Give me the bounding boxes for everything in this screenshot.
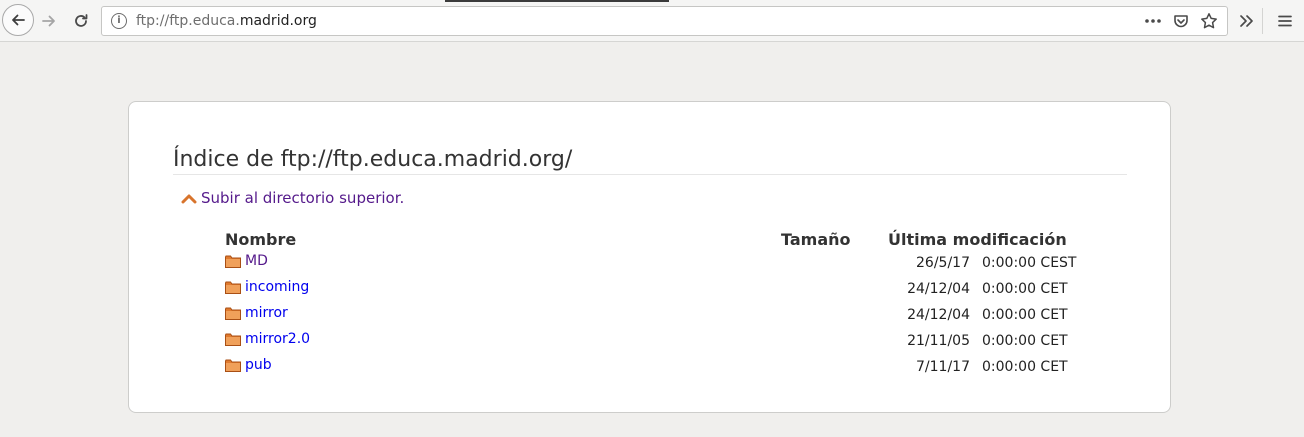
column-header-modified[interactable]: Última modificación: [888, 230, 1079, 250]
folder-name: pub: [245, 357, 272, 373]
folder-name: mirror: [245, 305, 288, 321]
modified-date: 26/5/17: [916, 254, 970, 271]
cell-name: MD: [225, 250, 781, 276]
folder-link[interactable]: mirror: [225, 302, 288, 325]
back-arrow-icon: [12, 14, 25, 26]
modified-time: 0:00:00 CET: [982, 332, 1068, 349]
modified-time: 0:00:00 CET: [982, 306, 1068, 323]
modified-date: 24/12/04: [907, 280, 970, 297]
folder-icon: [225, 359, 241, 372]
main-menu-button[interactable]: [1270, 6, 1300, 36]
url-host: madrid.org: [239, 13, 317, 29]
hamburger-menu-icon: [1278, 15, 1292, 27]
table-row: mirror2.0 21/11/05 0:00:00 CET: [225, 328, 1079, 354]
folder-icon: [225, 307, 241, 320]
folder-link[interactable]: mirror2.0: [225, 328, 310, 351]
page-actions-button[interactable]: [1139, 10, 1167, 32]
table-row: pub 7/11/17 0:00:00 CET: [225, 354, 1079, 380]
cell-size: [781, 276, 888, 302]
table-row: MD 26/5/17 0:00:00 CEST: [225, 250, 1079, 276]
active-tab-indicator: [445, 0, 669, 2]
table-header-row: Nombre Tamaño Última modificación: [225, 230, 1079, 250]
page-title: Índice de ftp://ftp.educa.madrid.org/: [173, 147, 573, 172]
folder-name: mirror2.0: [245, 331, 311, 347]
folder-link[interactable]: MD: [225, 250, 268, 273]
browser-toolbar: i ftp://ftp.educa.madrid.org: [0, 0, 1304, 42]
folder-link[interactable]: incoming: [225, 276, 309, 299]
cell-name: mirror2.0: [225, 328, 781, 354]
forward-arrow-icon: [42, 15, 55, 27]
url-prefix: ftp://ftp.educa.: [136, 13, 240, 29]
site-info-icon[interactable]: i: [111, 13, 127, 29]
cell-modified: 7/11/17 0:00:00 CET: [888, 354, 1079, 380]
folder-name: MD: [245, 253, 268, 269]
back-button[interactable]: [2, 4, 34, 36]
url-bar[interactable]: i ftp://ftp.educa.madrid.org: [101, 6, 1228, 36]
toolbar-separator: [1262, 8, 1263, 34]
column-header-size[interactable]: Tamaño: [781, 230, 888, 250]
url-text[interactable]: ftp://ftp.educa.madrid.org: [136, 13, 317, 30]
modified-time: 0:00:00 CEST: [982, 254, 1077, 271]
overflow-chevrons-icon: [1240, 15, 1253, 27]
cell-modified: 24/12/04 0:00:00 CET: [888, 276, 1079, 302]
parent-directory-link[interactable]: Subir al directorio superior.: [181, 188, 404, 208]
modified-time: 0:00:00 CET: [982, 280, 1068, 297]
folder-icon: [225, 333, 241, 346]
parent-directory-label: Subir al directorio superior.: [201, 189, 405, 207]
modified-date: 24/12/04: [907, 306, 970, 323]
bookmark-button[interactable]: [1195, 10, 1223, 32]
cell-modified: 26/5/17 0:00:00 CEST: [888, 250, 1079, 276]
pocket-button[interactable]: [1167, 10, 1195, 32]
modified-date: 7/11/17: [916, 358, 970, 375]
overflow-menu-button[interactable]: [1232, 6, 1262, 36]
cell-size: [781, 354, 888, 380]
modified-time: 0:00:00 CET: [982, 358, 1068, 375]
cell-size: [781, 302, 888, 328]
column-header-name[interactable]: Nombre: [225, 230, 781, 250]
bookmark-star-icon: [1201, 13, 1217, 29]
cell-size: [781, 328, 888, 354]
cell-name: mirror: [225, 302, 781, 328]
url-actions: [1139, 10, 1223, 32]
cell-size: [781, 250, 888, 276]
cell-modified: 21/11/05 0:00:00 CET: [888, 328, 1079, 354]
directory-listing-card: Índice de ftp://ftp.educa.madrid.org/ Su…: [128, 101, 1171, 413]
forward-button[interactable]: [34, 6, 64, 36]
modified-date: 21/11/05: [907, 332, 970, 349]
table-row: incoming 24/12/04 0:00:00 CET: [225, 276, 1079, 302]
folder-icon: [225, 281, 241, 294]
file-table: Nombre Tamaño Última modificación MD 26/…: [225, 230, 1079, 380]
cell-name: incoming: [225, 276, 781, 302]
pocket-icon: [1174, 15, 1188, 28]
title-divider: [173, 174, 1127, 175]
cell-modified: 24/12/04 0:00:00 CET: [888, 302, 1079, 328]
cell-name: pub: [225, 354, 781, 380]
folder-icon: [225, 255, 241, 268]
folder-link[interactable]: pub: [225, 354, 272, 377]
up-chevron-icon: [181, 194, 197, 204]
folder-name: incoming: [245, 279, 310, 295]
reload-icon: [75, 14, 88, 27]
table-row: mirror 24/12/04 0:00:00 CET: [225, 302, 1079, 328]
reload-button[interactable]: [66, 6, 96, 36]
page-actions-dots-icon: [1145, 19, 1161, 23]
